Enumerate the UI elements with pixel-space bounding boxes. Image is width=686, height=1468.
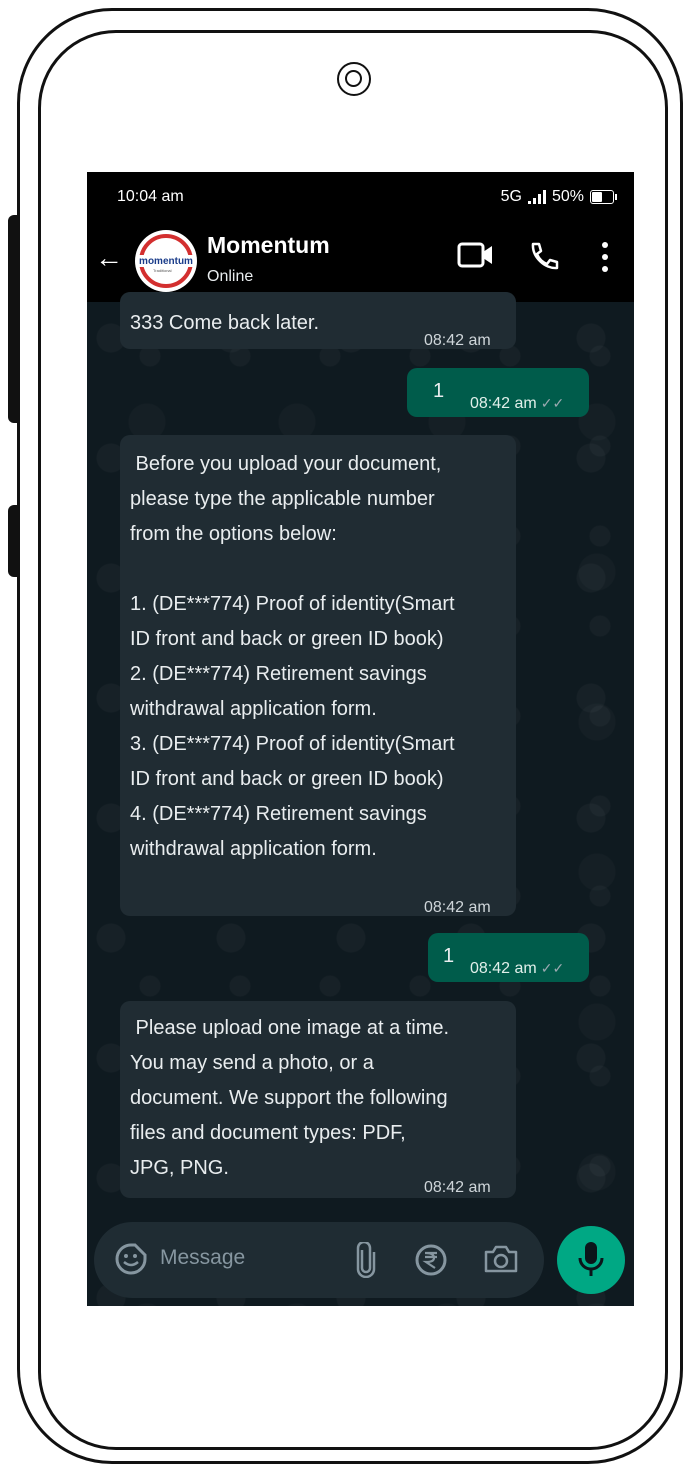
- volume-button: [8, 215, 20, 423]
- message-bubble-incoming[interactable]: Please upload one image at a time. You m…: [120, 1001, 516, 1198]
- message-line: 1. (DE***774) Proof of identity(Smart: [130, 593, 455, 615]
- message-text: 1: [433, 380, 445, 402]
- message-input-bar[interactable]: Message: [94, 1222, 544, 1298]
- read-receipt-icon: ✓✓: [540, 960, 565, 976]
- power-button: [8, 505, 20, 577]
- message-line: ID front and back or green ID book): [130, 768, 444, 790]
- message-line: from the options below:: [130, 523, 337, 545]
- message-text: 1: [443, 945, 455, 967]
- battery-label: 50%: [551, 188, 584, 205]
- chat-header: ← momentum Traditional Momentum Online: [87, 216, 634, 302]
- video-call-icon[interactable]: [457, 240, 495, 270]
- message-bubble-outgoing[interactable]: 1 08:42 am ✓✓: [428, 933, 589, 982]
- microphone-icon: [578, 1242, 604, 1276]
- message-body: Please upload one image at a time. You m…: [130, 1011, 449, 1186]
- message-line: 4. (DE***774) Retirement savings: [130, 803, 427, 825]
- battery-icon: [590, 190, 617, 204]
- message-time: 08:42 am: [424, 332, 491, 349]
- message-line: document. We support the following: [130, 1087, 448, 1109]
- message-input[interactable]: Message: [160, 1246, 245, 1270]
- read-receipt-icon: ✓✓: [540, 395, 565, 411]
- camera-icon[interactable]: [483, 1243, 519, 1275]
- front-camera-icon: [337, 62, 371, 96]
- emoji-sticker-icon[interactable]: [114, 1242, 148, 1276]
- message-bubble-outgoing[interactable]: 1 08:42 am ✓✓: [407, 368, 589, 417]
- message-line: withdrawal application form.: [130, 838, 377, 860]
- message-text: 333 Come back later.: [130, 312, 319, 334]
- message-line: files and document types: PDF,: [130, 1122, 406, 1144]
- attach-paperclip-icon[interactable]: [356, 1242, 376, 1278]
- screen: 10:04 am 5G 50% ← momentum Traditional M…: [87, 172, 634, 1306]
- message-bubble-incoming[interactable]: 333 Come back later. 08:42 am: [120, 292, 516, 349]
- message-line: please type the applicable number: [130, 488, 435, 510]
- back-arrow-icon[interactable]: ←: [95, 242, 123, 274]
- contact-name[interactable]: Momentum: [207, 232, 330, 259]
- message-line: JPG, PNG.: [130, 1157, 229, 1179]
- message-time: 08:42 am: [424, 1179, 491, 1196]
- avatar-logo-text: momentum: [139, 256, 193, 267]
- message-line: 2. (DE***774) Retirement savings: [130, 663, 427, 685]
- message-line: You may send a photo, or a: [130, 1052, 374, 1074]
- message-bubble-incoming[interactable]: Before you upload your document, please …: [120, 435, 516, 916]
- more-options-icon[interactable]: [599, 240, 611, 274]
- voice-message-button[interactable]: [557, 1226, 625, 1294]
- status-indicators: 5G 50%: [500, 188, 617, 206]
- avatar[interactable]: momentum Traditional: [135, 230, 197, 292]
- message-body: Before you upload your document, please …: [130, 447, 455, 867]
- avatar-logo-subtext: Traditional: [153, 268, 172, 273]
- message-line: 3. (DE***774) Proof of identity(Smart: [130, 733, 455, 755]
- message-line: ID front and back or green ID book): [130, 628, 444, 650]
- network-label: 5G: [500, 188, 522, 205]
- message-line: [130, 552, 455, 587]
- message-line: Please upload one image at a time.: [130, 1017, 450, 1039]
- message-line: Before you upload your document,: [130, 453, 442, 475]
- status-bar: 10:04 am 5G 50%: [87, 172, 634, 216]
- phone-call-icon[interactable]: [527, 240, 561, 274]
- message-line: withdrawal application form.: [130, 698, 377, 720]
- message-time: 08:42 am ✓✓: [470, 960, 565, 977]
- payment-rupee-icon[interactable]: [414, 1243, 448, 1277]
- status-time: 10:04 am: [117, 188, 184, 205]
- contact-status: Online: [207, 268, 254, 285]
- message-time: 08:42 am: [424, 899, 491, 916]
- signal-icon: [527, 190, 546, 204]
- message-time: 08:42 am ✓✓: [470, 395, 565, 412]
